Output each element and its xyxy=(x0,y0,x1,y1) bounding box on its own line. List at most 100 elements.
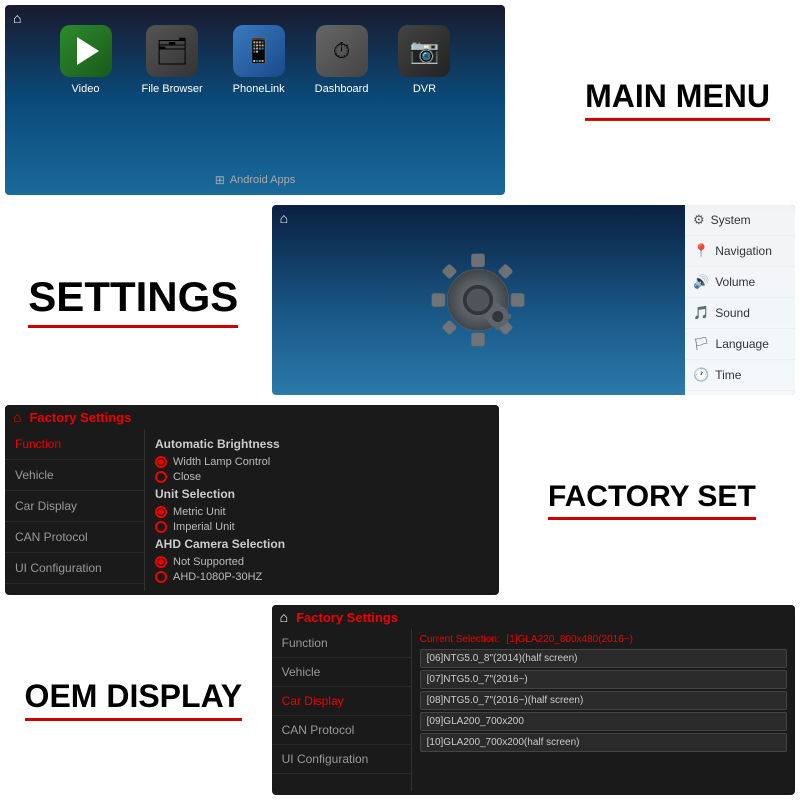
video-label: Video xyxy=(72,83,100,95)
sound-label: Sound xyxy=(715,306,750,320)
oem-sidebar-ui[interactable]: UI Configuration xyxy=(272,745,411,774)
gear-icon xyxy=(423,245,533,355)
ahd1080p-label: AHD-1080P-30HZ xyxy=(173,571,262,583)
close-option[interactable]: Close xyxy=(155,471,489,483)
volume-icon: 🔊 xyxy=(693,274,709,290)
oem-body: Function Vehicle Car Display CAN Protoco… xyxy=(272,629,795,791)
ahd1080p-radio[interactable] xyxy=(155,571,167,583)
oem-sidebar-function[interactable]: Function xyxy=(272,629,411,658)
close-label: Close xyxy=(173,471,201,483)
factory-sidebar-cardisplay[interactable]: Car Display xyxy=(5,491,144,522)
factory-sidebar-can[interactable]: CAN Protocol xyxy=(5,522,144,553)
width-lamp-radio[interactable] xyxy=(155,456,167,468)
grid-icon: ⊞ xyxy=(215,173,225,187)
sound-icon: 🎵 xyxy=(693,305,709,321)
factory-sidebar-vehicle[interactable]: Vehicle xyxy=(5,460,144,491)
ahd-title: AHD Camera Selection xyxy=(155,537,489,551)
phonelink-icon-circle: 📱 xyxy=(233,25,285,77)
oem-sidebar-vehicle[interactable]: Vehicle xyxy=(272,658,411,687)
settings-item-time[interactable]: 🕐 Time xyxy=(685,360,795,391)
factory-set-heading: FACTORY SET xyxy=(548,480,756,520)
settings-label-area: SETTINGS xyxy=(0,200,267,400)
metric-radio[interactable] xyxy=(155,506,167,518)
android-apps-label: Android Apps xyxy=(230,174,295,186)
settings-item-navigation[interactable]: 📍 Navigation xyxy=(685,236,795,267)
dashboard-label: Dashboard xyxy=(315,83,369,95)
dashboard-icon-circle: ⏱ xyxy=(316,25,368,77)
metric-option[interactable]: Metric Unit xyxy=(155,506,489,518)
time-icon: 🕐 xyxy=(693,367,709,383)
settings-menu-panel: ⚙ System 📍 Navigation 🔊 Volume 🎵 Sound 🏳… xyxy=(685,205,795,395)
settings-heading: SETTINGS xyxy=(28,273,238,328)
current-selection-label: Current Selection: xyxy=(420,634,500,645)
factory-body: Function Vehicle Car Display CAN Protoco… xyxy=(5,429,499,591)
settings-section: SETTINGS ⌂ xyxy=(0,200,800,400)
settings-item-language[interactable]: 🏳 Language xyxy=(685,329,795,360)
navigation-label: Navigation xyxy=(715,244,772,258)
system-icon: ⚙ xyxy=(693,212,705,228)
settings-item-sound[interactable]: 🎵 Sound xyxy=(685,298,795,329)
oem-title: Factory Settings xyxy=(296,610,398,625)
android-apps-bar[interactable]: ⊞ Android Apps xyxy=(215,173,296,187)
settings-gear-area xyxy=(272,205,685,395)
oem-display-section: OEM DISPLAY ⌂ Factory Settings Function … xyxy=(0,600,800,800)
navigation-icon: 📍 xyxy=(693,243,709,259)
width-lamp-label: Width Lamp Control xyxy=(173,456,270,468)
factory-sidebar: Function Vehicle Car Display CAN Protoco… xyxy=(5,429,145,591)
home-icon[interactable]: ⌂ xyxy=(13,10,21,26)
oem-content: Current Selection: [1]GLA220_800x480(201… xyxy=(412,629,795,791)
volume-label: Volume xyxy=(715,275,755,289)
oem-sidebar-can[interactable]: CAN Protocol xyxy=(272,716,411,745)
factory-set-label-area: FACTORY SET xyxy=(504,400,800,600)
oem-screen: ⌂ Factory Settings Function Vehicle Car … xyxy=(272,605,795,795)
oem-list-item-4[interactable]: [10]GLA200_700x200(half screen) xyxy=(420,733,787,752)
factory-set-section: ⌂ Factory Settings Function Vehicle Car … xyxy=(0,400,800,600)
oem-list-item-3[interactable]: [09]GLA200_700x200 xyxy=(420,712,787,731)
not-supported-label: Not Supported xyxy=(173,556,244,568)
oem-label-area: OEM DISPLAY xyxy=(0,600,267,800)
oem-list-item-0[interactable]: [06]NTG5.0_8"(2014)(half screen) xyxy=(420,649,787,668)
menu-item-video[interactable]: Video xyxy=(60,25,112,95)
oem-list-item-2[interactable]: [08]NTG5.0_7"(2016~)(half screen) xyxy=(420,691,787,710)
oem-heading: OEM DISPLAY xyxy=(25,679,243,721)
factory-content: Automatic Brightness Width Lamp Control … xyxy=(145,429,499,591)
menu-item-dashboard[interactable]: ⏱ Dashboard xyxy=(315,25,369,95)
oem-home-icon[interactable]: ⌂ xyxy=(280,609,288,625)
imperial-option[interactable]: Imperial Unit xyxy=(155,521,489,533)
auto-brightness-title: Automatic Brightness xyxy=(155,437,489,451)
menu-item-phonelink[interactable]: 📱 PhoneLink xyxy=(233,25,285,95)
settings-item-volume[interactable]: 🔊 Volume xyxy=(685,267,795,298)
dvr-icon-circle: 📷 xyxy=(398,25,450,77)
imperial-label: Imperial Unit xyxy=(173,521,235,533)
filebrowser-icon-circle: 🗂 xyxy=(146,25,198,77)
main-menu-screen: ⌂ Video 🗂 File Browser 📱 PhoneLink ⏱ xyxy=(5,5,505,195)
unit-selection-title: Unit Selection xyxy=(155,487,489,501)
factory-home-icon[interactable]: ⌂ xyxy=(13,409,21,425)
not-supported-option[interactable]: Not Supported xyxy=(155,556,489,568)
main-menu-heading: MAIN MENU xyxy=(585,79,770,121)
factory-title: Factory Settings xyxy=(29,410,131,425)
oem-top-bar: ⌂ Factory Settings xyxy=(272,605,795,629)
main-menu-section: ⌂ Video 🗂 File Browser 📱 PhoneLink ⏱ xyxy=(0,0,800,200)
oem-sidebar-cardisplay[interactable]: Car Display xyxy=(272,687,411,716)
settings-item-system[interactable]: ⚙ System xyxy=(685,205,795,236)
menu-icons-row: Video 🗂 File Browser 📱 PhoneLink ⏱ Dashb… xyxy=(5,5,505,95)
not-supported-radio[interactable] xyxy=(155,556,167,568)
imperial-radio[interactable] xyxy=(155,521,167,533)
oem-list-item-1[interactable]: [07]NTG5.0_7"(2016~) xyxy=(420,670,787,689)
filebrowser-label: File Browser xyxy=(142,83,203,95)
settings-home-icon[interactable]: ⌂ xyxy=(280,210,288,226)
language-icon: 🏳 xyxy=(693,336,710,352)
menu-item-dvr[interactable]: 📷 DVR xyxy=(398,25,450,95)
menu-item-filebrowser[interactable]: 🗂 File Browser xyxy=(142,25,203,95)
oem-sidebar: Function Vehicle Car Display CAN Protoco… xyxy=(272,629,412,791)
system-label: System xyxy=(711,213,751,227)
ahd1080p-option[interactable]: AHD-1080P-30HZ xyxy=(155,571,489,583)
factory-sidebar-function[interactable]: Function xyxy=(5,429,144,460)
video-icon-circle xyxy=(60,25,112,77)
factory-sidebar-ui[interactable]: UI Configuration xyxy=(5,553,144,584)
current-selection-value: [1]GLA220_800x480(2016~) xyxy=(506,634,633,645)
close-radio[interactable] xyxy=(155,471,167,483)
width-lamp-option[interactable]: Width Lamp Control xyxy=(155,456,489,468)
metric-label: Metric Unit xyxy=(173,506,226,518)
